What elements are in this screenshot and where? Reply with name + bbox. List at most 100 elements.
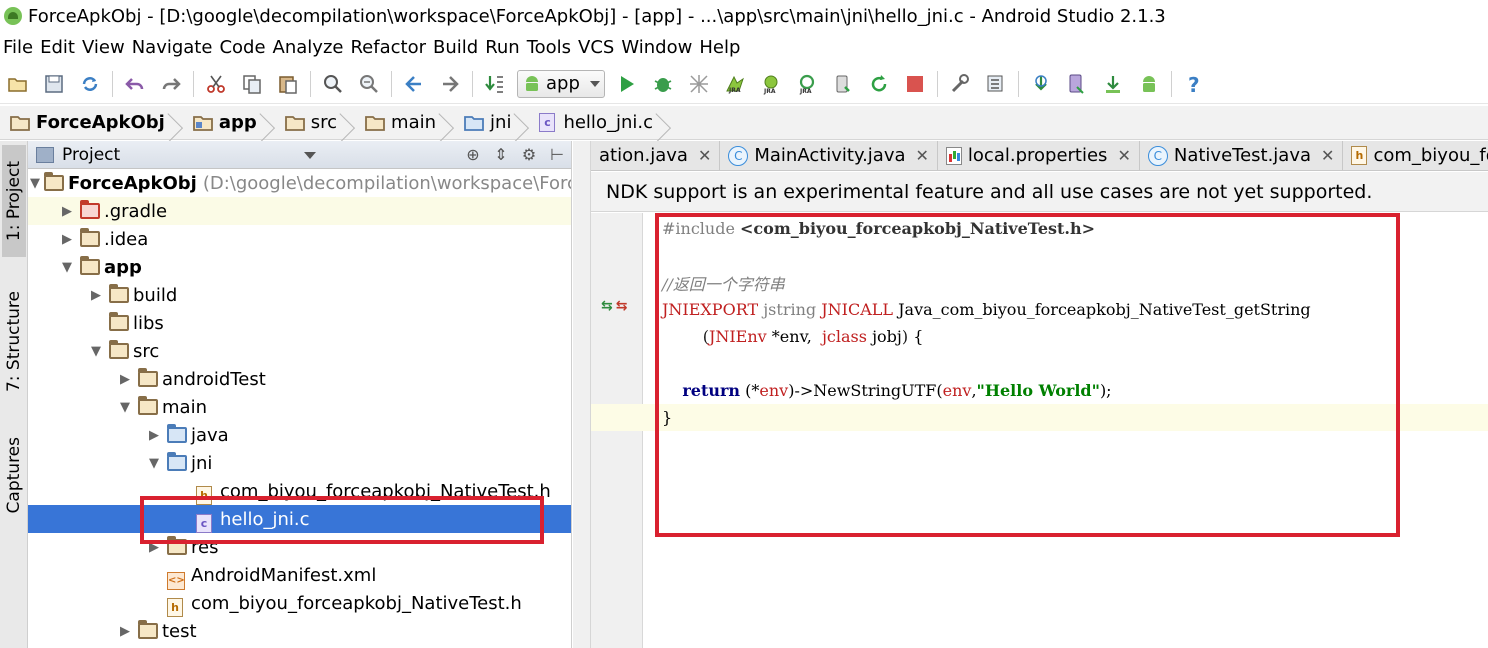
back-icon[interactable] (400, 70, 428, 98)
run-configuration-dropdown[interactable]: app (517, 69, 605, 98)
debug-icon[interactable] (649, 70, 677, 98)
menu-edit[interactable]: Edit (37, 37, 79, 58)
gear-icon[interactable]: ⚙ (519, 144, 539, 164)
forward-icon[interactable] (436, 70, 464, 98)
menu-view[interactable]: View (79, 37, 129, 58)
tree-item-project-root[interactable]: ▼ ForceApkObj (D:\google\decompilation\w… (28, 169, 571, 197)
sdk-download-icon[interactable] (1099, 70, 1127, 98)
tool-tab-structure[interactable]: 7: Structure (2, 277, 26, 407)
expand-arrow-icon[interactable]: ▶ (145, 538, 163, 556)
tree-item-hello-jni[interactable]: c hello_jni.c (28, 505, 571, 533)
scroll-from-source-icon[interactable]: ⊕ (463, 144, 483, 164)
tree-item-gradle[interactable]: ▶ .gradle (28, 197, 571, 225)
menu-help[interactable]: Help (696, 37, 744, 58)
apply-changes-icon[interactable] (829, 70, 857, 98)
tree-item-build[interactable]: ▶ build (28, 281, 571, 309)
undo-icon[interactable] (121, 70, 149, 98)
expand-arrow-icon[interactable]: ▼ (30, 174, 40, 192)
expand-arrow-icon[interactable]: ▼ (145, 454, 163, 472)
jrebel-run-icon[interactable]: JRA (721, 70, 749, 98)
sync-gradle-icon[interactable] (1027, 70, 1055, 98)
tab-application-java[interactable]: ation.java ✕ (591, 141, 721, 170)
menu-navigate[interactable]: Navigate (129, 37, 217, 58)
tree-item-jni[interactable]: ▼ jni (28, 449, 571, 477)
tool-tab-project[interactable]: 1: Project (2, 145, 26, 257)
menu-window[interactable]: Window (618, 37, 696, 58)
make-project-icon[interactable] (481, 70, 509, 98)
paste-icon[interactable] (274, 70, 302, 98)
expand-arrow-icon[interactable]: ▼ (87, 342, 105, 360)
breadcrumb-project[interactable]: ForceApkObj (0, 106, 171, 140)
chevron-down-icon[interactable] (304, 152, 316, 159)
tab-mainactivity-java[interactable]: C MainActivity.java ✕ (720, 141, 938, 170)
jrebel-debug-icon[interactable]: JRA (757, 70, 785, 98)
close-icon[interactable]: ✕ (916, 146, 929, 165)
tree-item-label: test (162, 620, 197, 642)
tab-nativetest-java[interactable]: C NativeTest.java ✕ (1140, 141, 1344, 170)
jrebel-refresh-icon[interactable]: JRA (793, 70, 821, 98)
close-icon[interactable]: ✕ (1321, 146, 1334, 165)
copy-icon[interactable] (238, 70, 266, 98)
avd-manager-icon[interactable] (1063, 70, 1091, 98)
collapse-all-icon[interactable]: ⇕ (491, 144, 511, 164)
android-device-monitor-icon[interactable] (1135, 70, 1163, 98)
open-folder-icon[interactable] (4, 70, 32, 98)
tree-item-main[interactable]: ▼ main (28, 393, 571, 421)
module-folder-icon (80, 255, 100, 276)
project-panel-title[interactable]: Project (62, 145, 120, 165)
attach-debugger-icon[interactable] (685, 70, 713, 98)
menu-build[interactable]: Build (430, 37, 482, 58)
tree-item-native-header[interactable]: h com_biyou_forceapkobj_NativeTest.h (28, 477, 571, 505)
menu-refactor[interactable]: Refactor (347, 37, 430, 58)
toolbar-separator (472, 70, 473, 97)
find-icon[interactable] (319, 70, 347, 98)
project-structure-icon[interactable] (946, 70, 974, 98)
tree-item-res[interactable]: ▶ res (28, 533, 571, 561)
save-icon[interactable] (40, 70, 68, 98)
menu-vcs[interactable]: VCS (575, 37, 618, 58)
menu-code[interactable]: Code (216, 37, 269, 58)
navigate-to-declaration-icon[interactable]: ⇆ ⇆ (601, 298, 627, 314)
menu-run[interactable]: Run (482, 37, 524, 58)
expand-arrow-icon[interactable]: ▼ (116, 398, 134, 416)
menu-tools[interactable]: Tools (524, 37, 575, 58)
tree-item-java[interactable]: ▶ java (28, 421, 571, 449)
tree-item-test[interactable]: ▶ test (28, 617, 571, 645)
help-icon[interactable]: ? (1180, 70, 1208, 98)
expand-arrow-icon[interactable]: ▶ (58, 230, 76, 248)
expand-arrow-icon[interactable]: ▶ (116, 622, 134, 640)
expand-arrow-icon[interactable]: ▶ (87, 286, 105, 304)
menu-analyze[interactable]: Analyze (270, 37, 348, 58)
stop-icon[interactable] (901, 70, 929, 98)
tool-tab-captures[interactable]: Captures (2, 425, 26, 525)
cut-icon[interactable] (202, 70, 230, 98)
menu-file[interactable]: File (0, 37, 37, 58)
tab-label: local.properties (967, 145, 1108, 166)
expand-arrow-icon[interactable]: ▶ (116, 370, 134, 388)
tab-local-properties[interactable]: local.properties ✕ (938, 141, 1140, 170)
tree-item-androidtest[interactable]: ▶ androidTest (28, 365, 571, 393)
tree-item-src[interactable]: ▼ src (28, 337, 571, 365)
run-icon[interactable] (613, 70, 641, 98)
expand-arrow-icon[interactable]: ▶ (58, 202, 76, 220)
replace-icon[interactable] (355, 70, 383, 98)
close-icon[interactable]: ✕ (1117, 146, 1130, 165)
tree-item-idea[interactable]: ▶ .idea (28, 225, 571, 253)
tree-item-main-header[interactable]: h com_biyou_forceapkobj_NativeTest.h (28, 589, 571, 617)
breadcrumb-file[interactable]: c hello_jni.c (529, 106, 659, 140)
panel-splitter[interactable] (573, 141, 591, 648)
expand-arrow-icon[interactable]: ▼ (58, 258, 76, 276)
tree-item-app[interactable]: ▼ app (28, 253, 571, 281)
expand-arrow-icon[interactable]: ▶ (145, 426, 163, 444)
rerun-icon[interactable] (865, 70, 893, 98)
class-icon: C (728, 145, 749, 166)
code-editor[interactable]: #include <com_biyou_forceapkobj_NativeTe… (591, 213, 1488, 648)
tree-item-libs[interactable]: libs (28, 309, 571, 337)
sync-icon[interactable] (76, 70, 104, 98)
redo-icon[interactable] (157, 70, 185, 98)
tree-item-manifest[interactable]: <> AndroidManifest.xml (28, 561, 571, 590)
tab-native-header[interactable]: h com_biyou_force (1343, 141, 1488, 170)
close-icon[interactable]: ✕ (698, 146, 711, 165)
hide-icon[interactable]: ⊢ (547, 144, 567, 164)
sdk-manager-icon[interactable] (982, 70, 1010, 98)
